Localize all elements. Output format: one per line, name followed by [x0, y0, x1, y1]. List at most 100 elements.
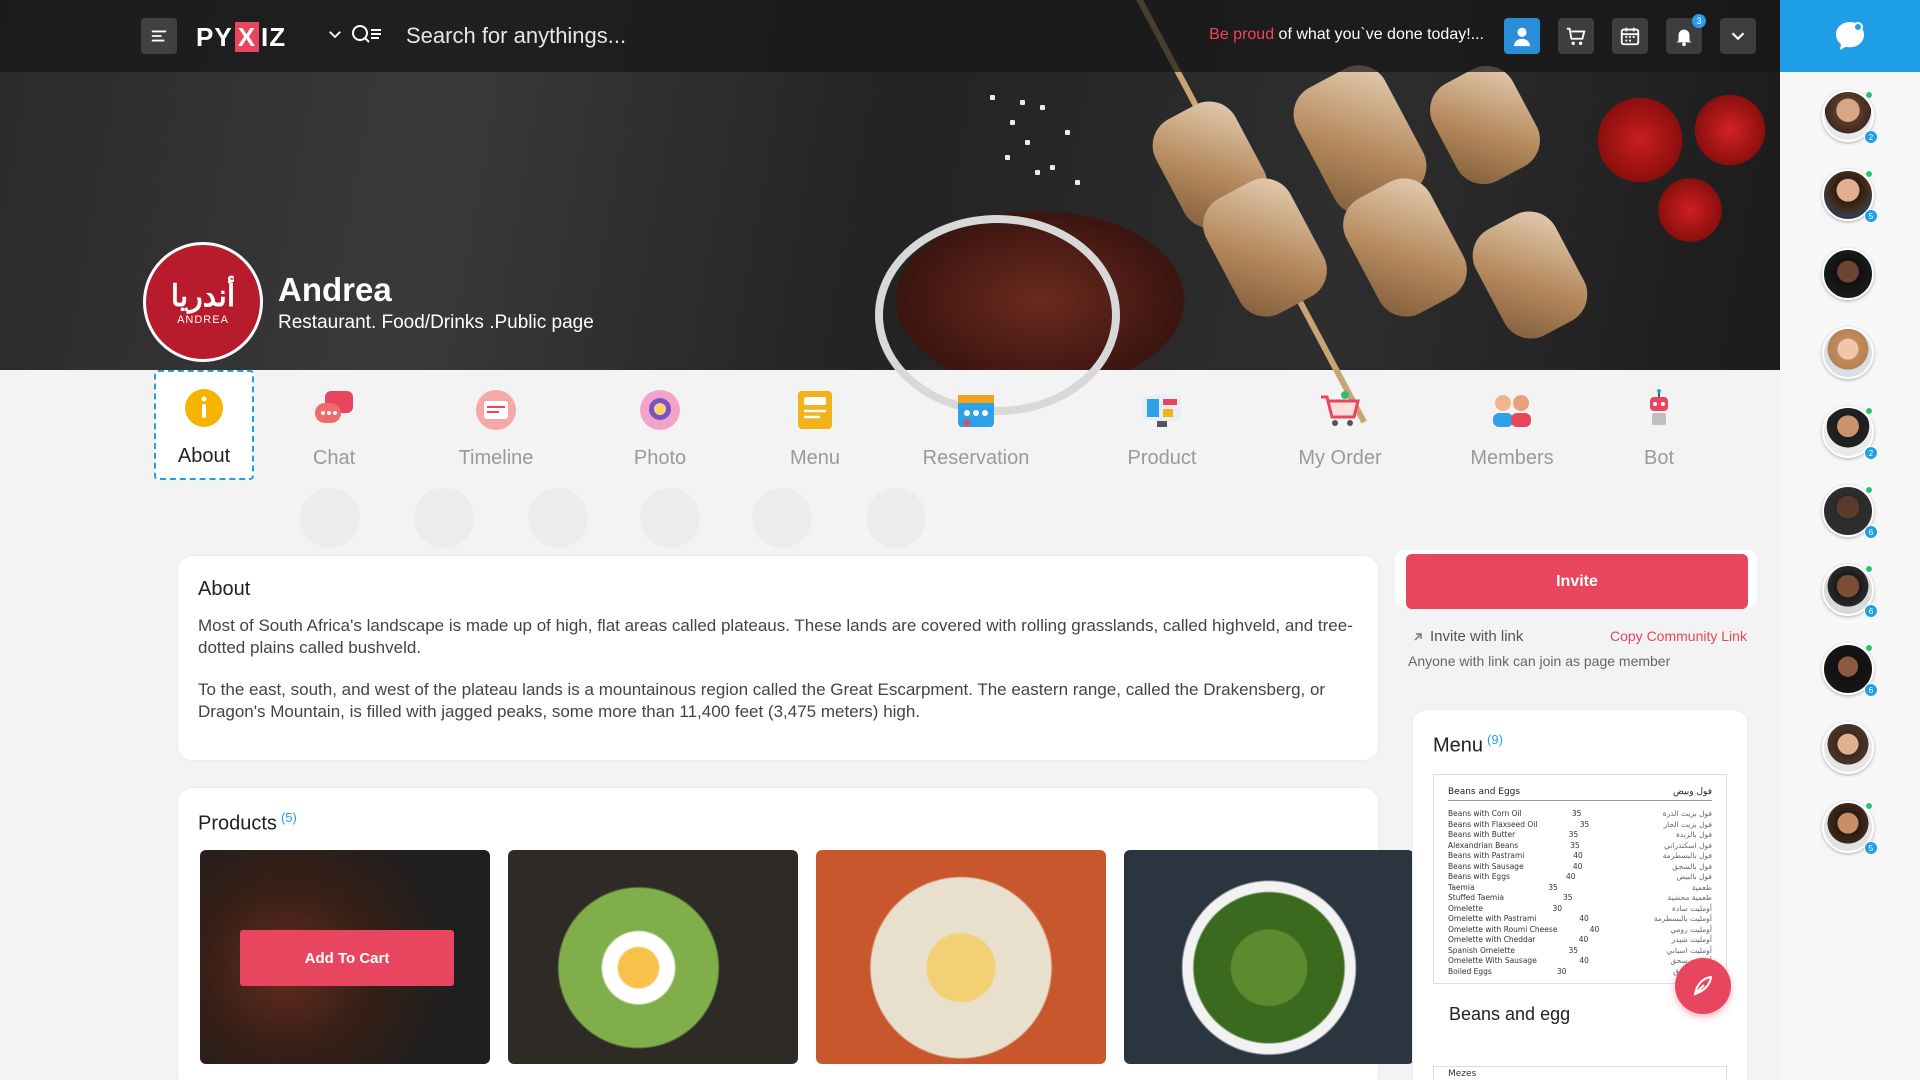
- page-tabs: About Chat Timeline Photo Menu Reservati…: [140, 370, 1740, 490]
- menu-count: (9): [1487, 732, 1503, 747]
- invite-button[interactable]: Invite: [1406, 554, 1748, 609]
- product-card[interactable]: [816, 850, 1106, 1064]
- product-card[interactable]: [1124, 850, 1414, 1064]
- about-paragraph: To the east, south, and west of the plat…: [198, 680, 1326, 721]
- menu-line: Omelette with Pastrami 40 أومليت بالبسطرمة: [1448, 914, 1712, 923]
- menu-line: Beans with Flaxseed Oil 35 فول بزيت الحار: [1448, 819, 1712, 829]
- chicken-skewer: [1419, 55, 1551, 195]
- bell-icon: [1676, 29, 1692, 47]
- tab-photo[interactable]: Photo: [578, 370, 742, 480]
- logo-english-text: ANDREA: [177, 313, 229, 326]
- product-card[interactable]: [508, 850, 798, 1064]
- decorative-face: [300, 488, 360, 548]
- decorative-face: [640, 488, 700, 548]
- member-avatar[interactable]: 5: [1822, 801, 1878, 855]
- menu-line: Beans with Sausage 40 فول بالسجق: [1448, 861, 1712, 871]
- about-title: About: [198, 578, 251, 600]
- menu-line: Beans with Corn Oil 35 فول بزيت الذرة: [1448, 809, 1712, 818]
- tab-my-order[interactable]: My Order: [1260, 370, 1420, 480]
- tab-menu[interactable]: Menu: [742, 370, 888, 480]
- decorative-face: [752, 488, 812, 548]
- cart-icon: [1566, 27, 1586, 45]
- calendar-icon: [1620, 27, 1640, 46]
- decorative-face: [528, 488, 588, 548]
- chevron-down-icon: [1731, 32, 1745, 41]
- menu-line: Beans with Butter 35 فول بالزبدة: [1448, 830, 1712, 839]
- member-avatar[interactable]: 2: [1822, 90, 1878, 144]
- member-avatar[interactable]: [1822, 248, 1874, 300]
- menu-line: Omelette 30 أومليت سادة: [1448, 903, 1712, 913]
- calendar-icon: [953, 387, 999, 433]
- photo-icon: [637, 387, 683, 433]
- tab-reservation[interactable]: Reservation: [888, 370, 1064, 480]
- member-avatar[interactable]: 6: [1822, 643, 1878, 697]
- member-avatar[interactable]: 6: [1822, 485, 1878, 539]
- feather-pen-icon: [1693, 975, 1713, 996]
- product-icon: [1139, 387, 1185, 433]
- search-filter-toggle[interactable]: [326, 22, 384, 46]
- member-avatar[interactable]: [1822, 327, 1874, 379]
- add-to-cart-button[interactable]: Add To Cart: [240, 930, 454, 986]
- calendar-button[interactable]: [1612, 18, 1648, 54]
- notifications-button[interactable]: 3: [1666, 14, 1706, 54]
- member-avatar[interactable]: 2: [1822, 406, 1878, 460]
- profile-logo[interactable]: أندريا ANDREA: [143, 242, 263, 362]
- tab-about[interactable]: About: [154, 370, 254, 480]
- notification-count-badge: 3: [1692, 14, 1706, 28]
- page-title: Andrea: [278, 271, 392, 308]
- account-dropdown-button[interactable]: [1720, 18, 1756, 54]
- chat-bubbles-icon: [311, 387, 357, 433]
- menu-line: Spanish Omelette 35 أومليت اسباني: [1448, 945, 1712, 955]
- copy-community-link[interactable]: Copy Community Link: [1610, 628, 1747, 644]
- member-avatar[interactable]: 5: [1822, 169, 1878, 223]
- menu-line: Omelette with Roumi Cheese 40 أومليت رومي: [1448, 924, 1712, 934]
- edit-button[interactable]: [1675, 958, 1731, 1014]
- members-rail: 2 5 2 6 6 6 5: [1780, 0, 1920, 1080]
- menu-line: Stuffed Taemia 35 طعمية محشية: [1448, 893, 1712, 902]
- cart-button[interactable]: [1558, 18, 1594, 54]
- invite-with-link[interactable]: Invite with link: [1412, 628, 1523, 645]
- page-subtitle: Restaurant. Food/Drinks .Public page: [278, 312, 594, 333]
- members-icon: [1489, 387, 1535, 433]
- product-card[interactable]: Add To Cart: [200, 850, 490, 1064]
- tab-bot[interactable]: Bot: [1604, 370, 1714, 480]
- about-card: About Most of South Africa's landscape i…: [178, 556, 1378, 760]
- chicken-skewer: [1462, 200, 1598, 350]
- member-avatar[interactable]: [1822, 722, 1874, 774]
- menu-line: Beans with Eggs 40 فول بالبيض: [1448, 872, 1712, 881]
- menu-title: Menu (9): [1433, 732, 1503, 757]
- menu-sheet[interactable]: Beans and Eggs فول وبيض Beans with Corn O…: [1433, 774, 1727, 984]
- timeline-icon: [473, 387, 519, 433]
- decorative-face: [866, 488, 926, 548]
- menu-line: Omelette with Cheddar 40 أومليت شيدر: [1448, 935, 1712, 944]
- menu-line: Beans with Pastrami 40 فول بالبسطرمة: [1448, 851, 1712, 860]
- tab-members[interactable]: Members: [1420, 370, 1604, 480]
- user-avatar-button[interactable]: [1504, 18, 1540, 54]
- next-menu-sheet[interactable]: Mezes: [1433, 1066, 1727, 1080]
- link-icon: [1414, 632, 1422, 641]
- products-title: Products (5): [198, 810, 297, 835]
- menu-line: Boiled Eggs30بيض مسلوق: [1448, 966, 1712, 976]
- tab-timeline[interactable]: Timeline: [414, 370, 578, 480]
- chat-bubble-icon: [1836, 22, 1864, 50]
- menu-line: Omelette With Sausage40أومليت سجق: [1448, 956, 1712, 965]
- products-count: (5): [280, 810, 297, 825]
- search-filter-icon: [352, 25, 381, 43]
- info-icon: [181, 385, 227, 431]
- menu-line: Taemia 35 طعمية: [1448, 882, 1712, 892]
- decorative-face: [414, 488, 474, 548]
- member-avatar[interactable]: 6: [1822, 564, 1878, 618]
- menu-card: Menu (9) Beans and Eggs فول وبيض Beans wit…: [1413, 710, 1747, 1080]
- search-input[interactable]: [406, 20, 786, 52]
- menu-item-title: Beans and egg: [1449, 1004, 1571, 1024]
- hamburger-menu-button[interactable]: [141, 18, 177, 54]
- tab-product[interactable]: Product: [1064, 370, 1260, 480]
- cart-icon: [1317, 387, 1363, 433]
- chevron-down-icon: [329, 31, 341, 39]
- top-bar: PYXIZ Be proud of what you`ve done today…: [0, 0, 1780, 72]
- hamburger-icon: [151, 30, 167, 42]
- user-avatar-icon: [1513, 27, 1531, 47]
- tab-chat[interactable]: Chat: [254, 370, 414, 480]
- messenger-button[interactable]: [1780, 0, 1920, 72]
- app-logo[interactable]: PY X IZ: [196, 22, 286, 53]
